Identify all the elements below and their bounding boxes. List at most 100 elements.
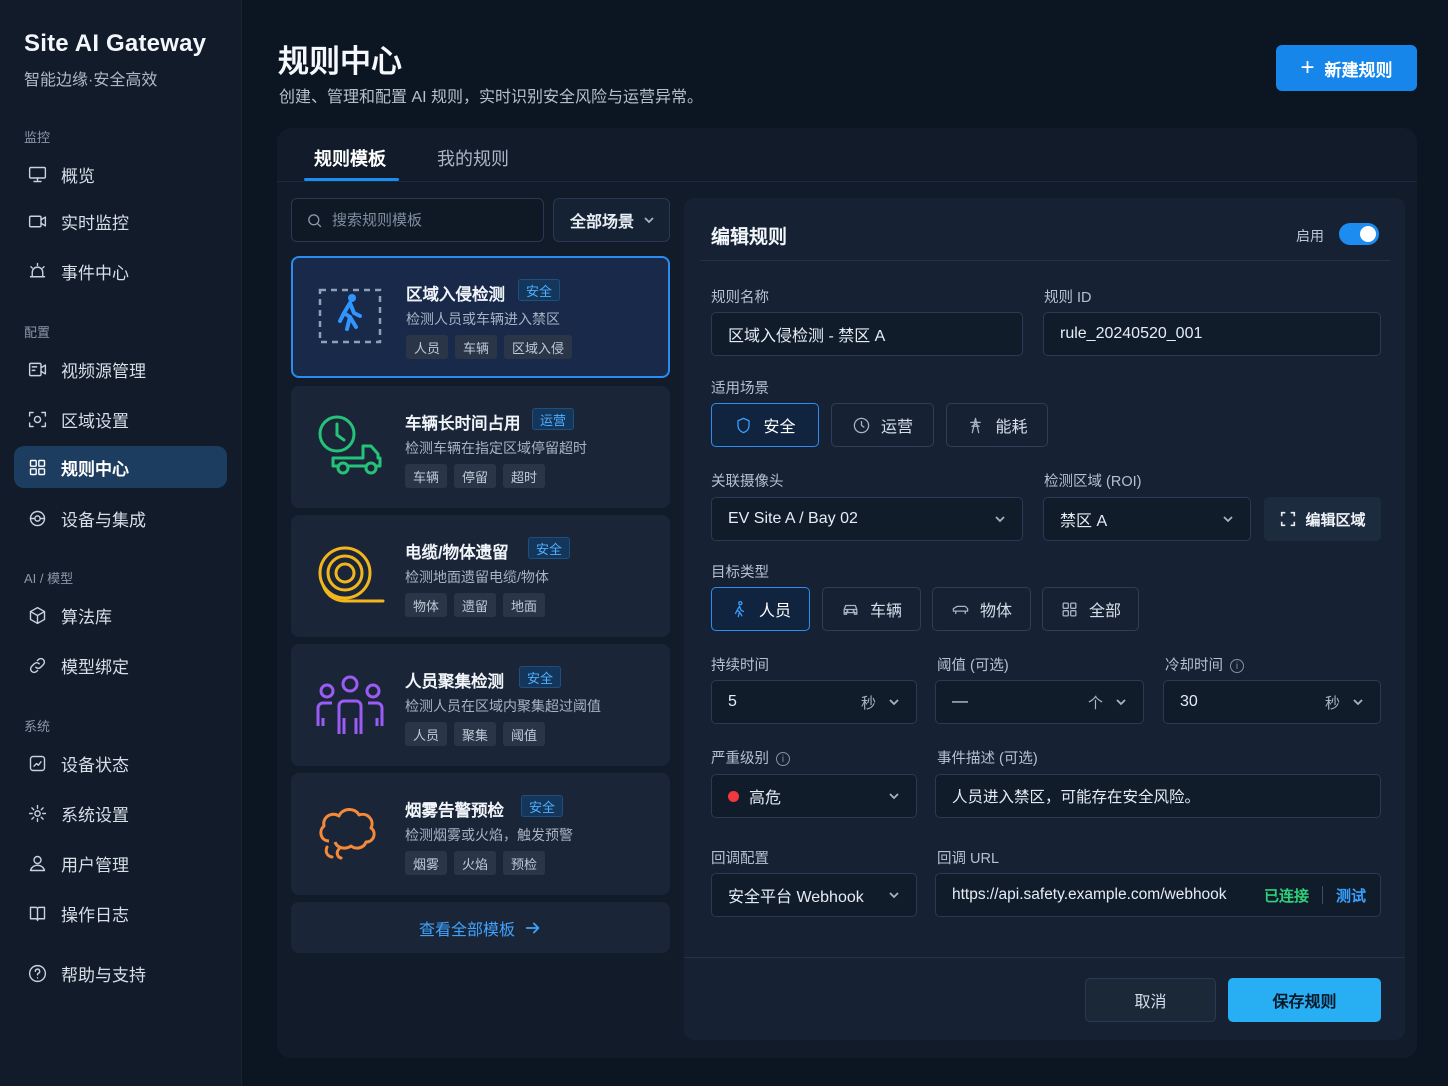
template-search[interactable] (291, 198, 544, 242)
chip: 火焰 (454, 851, 497, 875)
scene-option-energy[interactable]: 能耗 (946, 403, 1048, 447)
arrow-right-icon (525, 922, 540, 933)
chip: 聚集 (454, 722, 497, 746)
cancel-button[interactable]: 取消 (1085, 978, 1216, 1022)
template-card-cable-left-behind[interactable]: 电缆/物体遗留 安全 检测地面遗留电缆/物体 物体 遗留 地面 (291, 515, 670, 637)
view-all-templates-link[interactable]: 查看全部模板 (291, 902, 670, 953)
tab-rule-templates[interactable]: 规则模板 (314, 145, 386, 171)
threshold-label: 阈值 (可选) (937, 658, 1009, 674)
sidebar-item-label: 模型绑定 (61, 657, 129, 677)
callback-select[interactable]: 安全平台 Webhook (711, 873, 917, 917)
scene-label: 适用场景 (711, 381, 769, 397)
camera-select[interactable]: EV Site A / Bay 02 (711, 497, 1023, 541)
target-option-label: 人员 (758, 603, 791, 620)
template-description: 检测车辆在指定区域停留超时 (405, 440, 587, 456)
connection-status: 已连接 (1263, 887, 1309, 905)
vehicle-timer-icon (318, 415, 382, 475)
enable-toggle[interactable] (1339, 223, 1379, 245)
scene-filter-select[interactable]: 全部场景 (553, 198, 670, 242)
severity-label-wrap: 严重级别 i (711, 747, 790, 768)
search-input[interactable] (332, 211, 522, 229)
roi-label: 检测区域 (ROI) (1044, 474, 1142, 490)
view-all-label: 查看全部模板 (418, 921, 515, 939)
person-walking-icon (734, 600, 745, 617)
chip: 地面 (503, 593, 546, 617)
template-card-crowd-gathering[interactable]: 人员聚集检测 安全 检测人员在区域内聚集超过阈值 人员 聚集 阈值 (291, 644, 670, 766)
sidebar-item-region-settings[interactable]: 区域设置 (14, 398, 227, 440)
sidebar-item-system-settings[interactable]: 系统设置 (14, 792, 227, 834)
event-desc-input[interactable]: 人员进入禁区，可能存在安全风险。 (935, 774, 1381, 818)
chip: 区域入侵 (504, 335, 573, 359)
edit-roi-button[interactable]: 编辑区域 (1264, 497, 1381, 541)
sidebar-item-model-binding[interactable]: 模型绑定 (14, 644, 227, 686)
chevron-down-icon (1223, 516, 1233, 523)
sidebar-item-rule-center[interactable]: 规则中心 (14, 446, 227, 488)
sidebar-item-label: 事件中心 (61, 263, 129, 283)
template-description: 检测地面遗留电缆/物体 (405, 569, 549, 585)
sidebar-item-help-support[interactable]: 帮助与支持 (14, 952, 227, 994)
rule-id-label: 规则 ID (1044, 290, 1092, 306)
grid-icon (1062, 602, 1077, 616)
sidebar-item-live-monitor[interactable]: 实时监控 (14, 200, 227, 242)
threshold-input[interactable]: — 个 (935, 680, 1144, 724)
chip: 预检 (503, 851, 546, 875)
rule-id-input[interactable]: rule_20240520_001 (1043, 312, 1381, 356)
person-walking-in-zone-icon (318, 288, 382, 344)
sidebar-item-device-status[interactable]: 设备状态 (14, 742, 227, 784)
target-option-object[interactable]: 物体 (932, 587, 1031, 631)
severity-dot (728, 790, 739, 802)
template-card-vehicle-occupancy[interactable]: 车辆长时间占用 运营 检测车辆在指定区域停留超时 车辆 停留 超时 (291, 386, 670, 508)
category-badge: 安全 (518, 279, 561, 301)
template-name: 烟雾告警预检 (405, 802, 504, 820)
sidebar-item-overview[interactable]: 概览 (14, 153, 227, 195)
severity-value: 高危 (749, 790, 782, 807)
template-card-smoke-alarm[interactable]: 烟雾告警预检 安全 检测烟雾或火焰，触发预警 烟雾 火焰 预检 (291, 773, 670, 895)
sidebar-item-event-center[interactable]: 事件中心 (14, 250, 227, 292)
template-description: 检测烟雾或火焰，触发预警 (405, 827, 573, 843)
device-status-icon (26, 752, 48, 774)
sidebar-item-label: 实时监控 (61, 213, 129, 233)
callback-url-label: 回调 URL (937, 851, 1000, 867)
template-card-zone-intrusion[interactable]: 区域入侵检测 安全 检测人员或车辆进入禁区 人员 车辆 区域入侵 (291, 256, 670, 378)
callback-url-input[interactable]: https://api.safety.example.com/webhook 已… (935, 873, 1381, 917)
scene-option-safety[interactable]: 安全 (711, 403, 819, 447)
duration-value: 5 (728, 693, 737, 710)
info-icon[interactable]: i (776, 752, 790, 767)
chip: 车辆 (405, 464, 448, 488)
cooldown-label: 冷却时间 (1165, 658, 1223, 674)
nav-section-config: 配置 (24, 325, 51, 340)
divider (684, 957, 1405, 958)
severity-select[interactable]: 高危 (711, 774, 917, 818)
sidebar-item-operation-log[interactable]: 操作日志 (14, 892, 227, 934)
page-subtitle: 创建、管理和配置 AI 规则，实时识别安全风险与运营异常。 (279, 89, 704, 106)
duration-input[interactable]: 5 秒 (711, 680, 917, 724)
info-icon[interactable]: i (1230, 659, 1244, 674)
duration-unit: 秒 (860, 694, 876, 712)
chip: 阈值 (503, 722, 546, 746)
tab-my-rules[interactable]: 我的规则 (437, 145, 509, 171)
sidebar-item-device-integration[interactable]: 设备与集成 (14, 497, 227, 539)
gear-icon (26, 802, 48, 824)
save-rule-button[interactable]: 保存规则 (1228, 978, 1381, 1022)
target-option-person[interactable]: 人员 (711, 587, 810, 631)
rule-name-value: 区域入侵检测 - 禁区 A (728, 328, 886, 345)
nav-section-system: 系统 (24, 719, 51, 734)
cooldown-input[interactable]: 30 秒 (1163, 680, 1381, 724)
sidebar-item-video-source[interactable]: 视频源管理 (14, 348, 227, 390)
new-rule-button[interactable]: + 新建规则 (1276, 45, 1417, 91)
rule-name-input[interactable]: 区域入侵检测 - 禁区 A (711, 312, 1023, 356)
test-button[interactable]: 测试 (1336, 885, 1366, 906)
scene-option-operations[interactable]: 运营 (831, 403, 934, 447)
region-select-icon (1281, 511, 1296, 527)
sidebar-item-user-management[interactable]: 用户管理 (14, 842, 227, 884)
template-chips: 烟雾 火焰 预检 (405, 851, 546, 875)
roi-select[interactable]: 禁区 A (1043, 497, 1251, 541)
sidebar-item-algorithm-library[interactable]: 算法库 (14, 594, 227, 636)
template-chips: 物体 遗留 地面 (405, 593, 546, 617)
target-option-all[interactable]: 全部 (1042, 587, 1139, 631)
category-badge: 运营 (532, 408, 575, 430)
user-icon (26, 852, 48, 874)
sidebar-item-label: 设备与集成 (61, 510, 146, 530)
rule-name-label: 规则名称 (711, 290, 769, 306)
target-option-vehicle[interactable]: 车辆 (822, 587, 921, 631)
